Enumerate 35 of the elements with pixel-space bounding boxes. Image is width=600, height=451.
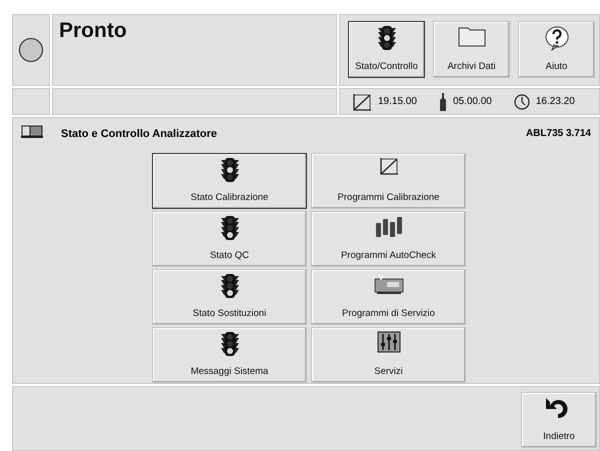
time-value: 05.00.00 (452, 96, 492, 107)
traffic-light-icon (218, 157, 240, 183)
empty-panel (12, 88, 50, 115)
clock-icon (514, 94, 530, 110)
sliders-icon (376, 331, 400, 353)
menu-button[interactable]: Programmi di Servizio (311, 269, 466, 325)
time-value: 16.23.20 (536, 96, 575, 107)
status-title: Pronto (59, 19, 127, 42)
traffic-light-icon (218, 273, 240, 299)
folder-icon (458, 25, 486, 47)
back-button[interactable]: Indietro (521, 392, 597, 448)
menu-button[interactable]: Programmi AutoCheck (311, 211, 466, 267)
time-value: 19.15.00 (378, 96, 417, 107)
traffic-light-icon (376, 25, 398, 51)
version-label: ABL735 3.714 (526, 128, 591, 139)
nav-button[interactable]: Aiuto (518, 21, 595, 78)
menu-button[interactable]: Stato Sostituzioni (152, 269, 307, 325)
analyzer-icon (21, 124, 43, 138)
analyzer-icon (372, 273, 404, 295)
menu-button[interactable]: Servizi (311, 327, 466, 383)
panel-title: Stato e Controllo Analizzatore (61, 128, 218, 140)
cartridges-icon (374, 215, 404, 239)
nav-button[interactable]: Stato/Controllo (348, 21, 425, 78)
menu-button[interactable]: Messaggi Sistema (152, 327, 307, 383)
status-light-icon (19, 38, 43, 62)
menu-button[interactable]: Stato QC (152, 211, 307, 267)
calibration-icon (378, 157, 398, 175)
calibration-icon (352, 92, 372, 110)
traffic-light-icon (218, 331, 240, 357)
menu-button[interactable]: Programmi Calibrazione (311, 153, 466, 209)
menu-button[interactable]: Stato Calibrazione (152, 153, 307, 209)
traffic-light-icon (218, 215, 240, 241)
nav-button[interactable]: Archivi Dati (433, 21, 510, 78)
help-icon (544, 25, 570, 51)
bottle-icon (438, 92, 447, 110)
